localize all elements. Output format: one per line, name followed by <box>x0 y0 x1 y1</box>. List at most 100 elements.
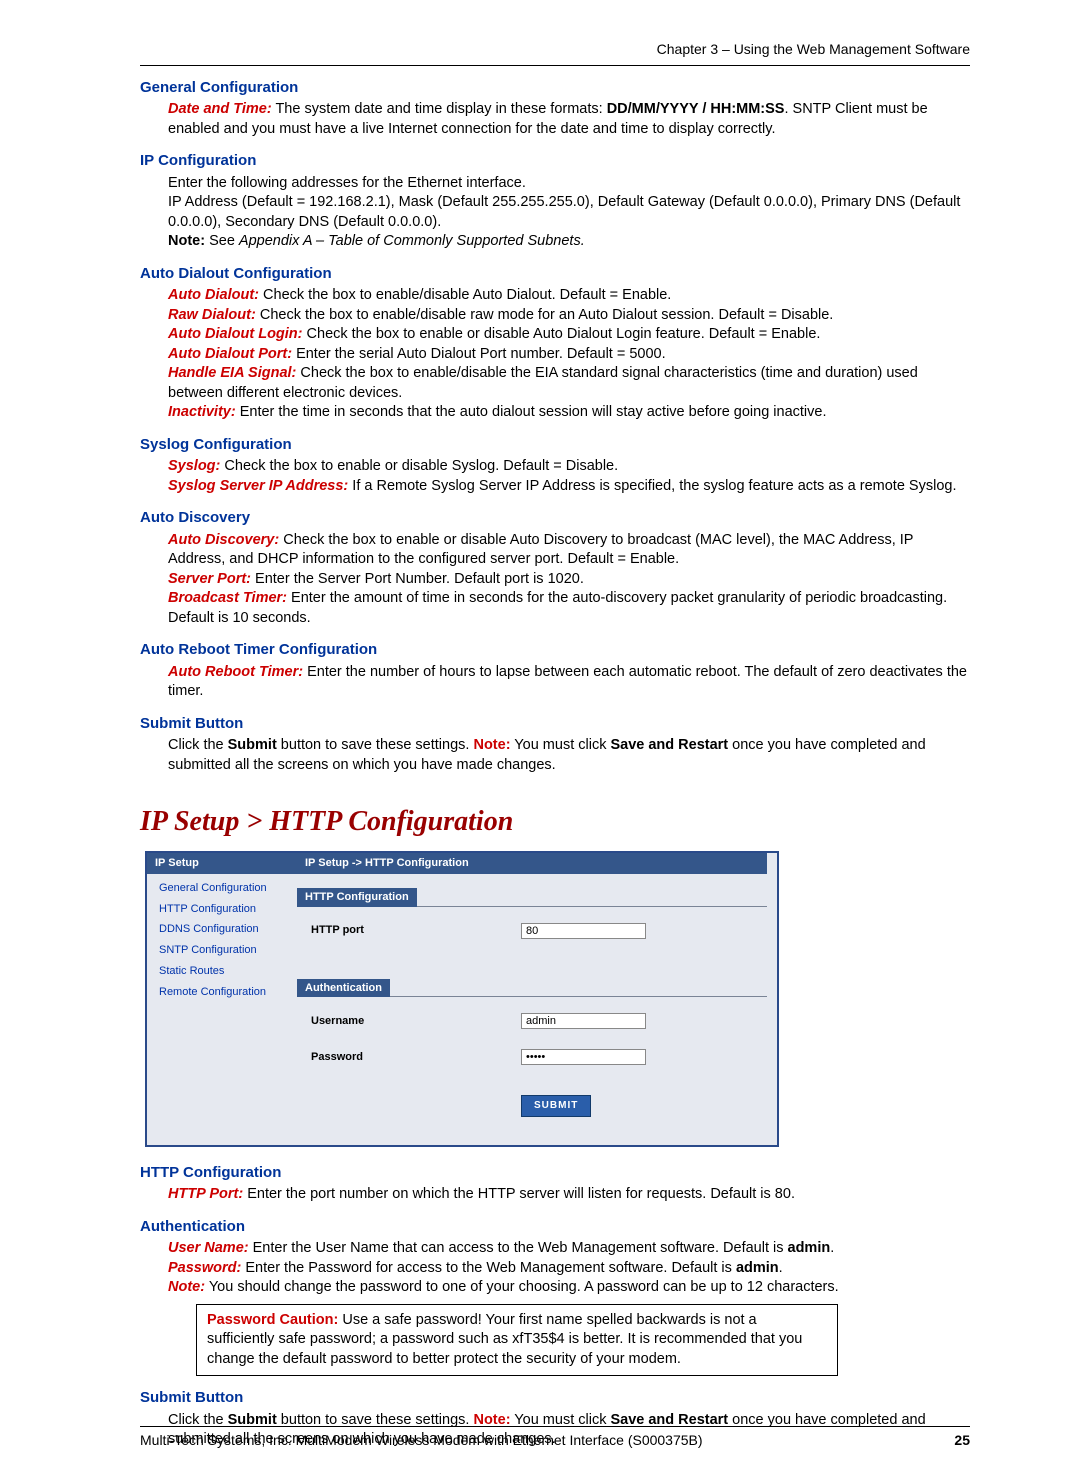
autodisc-r3-term: Broadcast Timer: <box>168 590 287 606</box>
ipconf-note: Note: See Appendix A – Table of Commonly… <box>168 232 970 252</box>
nav-item-sntp[interactable]: SNTP Configuration <box>159 940 297 961</box>
datetime-term: Date and Time: <box>168 101 272 117</box>
username-input[interactable] <box>521 1013 646 1029</box>
autodial-r3-text: Check the box to enable or disable Auto … <box>303 326 821 342</box>
page-title-http-config: IP Setup > HTTP Configuration <box>140 803 970 841</box>
autodial-r2: Raw Dialout: Check the box to enable/dis… <box>168 306 970 326</box>
auth-r3-text: You should change the password to one of… <box>205 1279 839 1295</box>
password-label: Password <box>311 1050 521 1065</box>
syslog-r1-text: Check the box to enable or disable Syslo… <box>220 458 618 474</box>
autodial-r1-term: Auto Dialout: <box>168 287 259 303</box>
nav-item-static-routes[interactable]: Static Routes <box>159 961 297 982</box>
autodial-r1: Auto Dialout: Check the box to enable/di… <box>168 286 970 306</box>
nav-item-remote-config[interactable]: Remote Configuration <box>159 982 297 1003</box>
autodial-r4-text: Enter the serial Auto Dialout Port numbe… <box>292 346 666 362</box>
submit1-c: You must click <box>511 737 611 753</box>
nav-item-http[interactable]: HTTP Configuration <box>159 899 297 920</box>
autodisc-r1-term: Auto Discovery: <box>168 532 279 548</box>
auth-r2-bold: admin <box>736 1260 779 1276</box>
syslog-r2: Syslog Server IP Address: If a Remote Sy… <box>168 477 970 497</box>
nav-header: IP Setup <box>147 853 297 874</box>
autodial-r6: Inactivity: Enter the time in seconds th… <box>168 403 970 423</box>
auth-r1-dot: . <box>830 1240 834 1256</box>
ipconf-note-text: See <box>205 233 239 249</box>
nav-item-ddns[interactable]: DDNS Configuration <box>159 919 297 940</box>
genconf-body: Date and Time: The system date and time … <box>168 100 970 139</box>
ipconf-p1: Enter the following addresses for the Et… <box>168 174 970 194</box>
autodial-r4: Auto Dialout Port: Enter the serial Auto… <box>168 345 970 365</box>
password-caution-box: Password Caution: Use a safe password! Y… <box>196 1304 838 1377</box>
autodial-r3-term: Auto Dialout Login: <box>168 326 303 342</box>
ipconf-note-italic: Appendix A – Table of Commonly Supported… <box>239 233 585 249</box>
httpconf-r1-term: HTTP Port: <box>168 1186 243 1202</box>
http-port-label: HTTP port <box>311 923 521 938</box>
datetime-format: DD/MM/YYYY / HH:MM:SS <box>607 101 785 117</box>
submit-button[interactable]: SUBMIT <box>521 1095 591 1117</box>
section-general-config: General Configuration <box>140 78 970 98</box>
reboot-r1-term: Auto Reboot Timer: <box>168 664 303 680</box>
main-pane: IP Setup -> HTTP Configuration HTTP Conf… <box>297 853 777 1127</box>
auth-r2: Password: Enter the Password for access … <box>168 1259 970 1279</box>
submit1-b: button to save these settings. <box>277 737 474 753</box>
autodial-r6-text: Enter the time in seconds that the auto … <box>236 404 827 420</box>
submit1-b1: Submit <box>228 737 277 753</box>
autodisc-r1-text: Check the box to enable or disable Auto … <box>168 532 913 568</box>
screenshot-http-config: IP Setup General Configuration HTTP Conf… <box>145 851 779 1147</box>
submit1-body: Click the Submit button to save these se… <box>168 736 970 775</box>
group-http-config: HTTP Configuration <box>297 888 417 907</box>
httpconf-r1-text: Enter the port number on which the HTTP … <box>243 1186 795 1202</box>
auth-r3-term: Note: <box>168 1279 205 1295</box>
datetime-text-a: The system date and time display in thes… <box>272 101 607 117</box>
ipconf-note-label: Note: <box>168 233 205 249</box>
autodial-r4-term: Auto Dialout Port: <box>168 346 292 362</box>
password-input[interactable] <box>521 1049 646 1065</box>
autodisc-r2-term: Server Port: <box>168 571 251 587</box>
auth-r2-dot: . <box>779 1260 783 1276</box>
syslog-r1: Syslog: Check the box to enable or disab… <box>168 457 970 477</box>
side-nav: IP Setup General Configuration HTTP Conf… <box>147 853 297 1127</box>
syslog-r2-term: Syslog Server IP Address: <box>168 478 348 494</box>
submit1-note: Note: <box>473 737 510 753</box>
auth-r2-text: Enter the Password for access to the Web… <box>241 1260 736 1276</box>
autodial-r5-term: Handle EIA Signal: <box>168 365 296 381</box>
username-label: Username <box>311 1014 521 1029</box>
page-number: 25 <box>954 1431 970 1450</box>
reboot-r1: Auto Reboot Timer: Enter the number of h… <box>168 663 970 702</box>
footer-divider <box>140 1426 970 1427</box>
autodisc-r2-text: Enter the Server Port Number. Default po… <box>251 571 584 587</box>
autodial-r1-text: Check the box to enable/disable Auto Dia… <box>259 287 671 303</box>
syslog-r2-text: If a Remote Syslog Server IP Address is … <box>348 478 956 494</box>
nav-item-general[interactable]: General Configuration <box>159 878 297 899</box>
section-http-config: HTTP Configuration <box>140 1163 970 1183</box>
section-submit-2: Submit Button <box>140 1388 970 1408</box>
auth-r2-term: Password: <box>168 1260 241 1276</box>
autodial-r5: Handle EIA Signal: Check the box to enab… <box>168 364 970 403</box>
section-submit-1: Submit Button <box>140 714 970 734</box>
section-syslog: Syslog Configuration <box>140 435 970 455</box>
header-divider <box>140 65 970 66</box>
autodisc-r3: Broadcast Timer: Enter the amount of tim… <box>168 589 970 628</box>
ipconf-p2: IP Address (Default = 192.168.2.1), Mask… <box>168 193 970 232</box>
autodial-r2-term: Raw Dialout: <box>168 307 256 323</box>
auth-r3: Note: You should change the password to … <box>168 1278 970 1298</box>
section-auto-reboot: Auto Reboot Timer Configuration <box>140 640 970 660</box>
section-ip-config: IP Configuration <box>140 151 970 171</box>
auth-r1: User Name: Enter the User Name that can … <box>168 1239 970 1259</box>
http-port-input[interactable] <box>521 923 646 939</box>
autodisc-r1: Auto Discovery: Check the box to enable … <box>168 531 970 570</box>
submit1-a: Click the <box>168 737 228 753</box>
auth-r1-text: Enter the User Name that can access to t… <box>249 1240 788 1256</box>
submit1-b2: Save and Restart <box>610 737 728 753</box>
autodial-r2-text: Check the box to enable/disable raw mode… <box>256 307 834 323</box>
section-auto-dialout: Auto Dialout Configuration <box>140 264 970 284</box>
autodisc-r2: Server Port: Enter the Server Port Numbe… <box>168 570 970 590</box>
breadcrumb: IP Setup -> HTTP Configuration <box>297 853 767 874</box>
caution-title: Password Caution: <box>207 1312 338 1328</box>
section-auto-discovery: Auto Discovery <box>140 508 970 528</box>
httpconf-r1: HTTP Port: Enter the port number on whic… <box>168 1185 970 1205</box>
auth-r1-bold: admin <box>788 1240 831 1256</box>
page-header: Chapter 3 – Using the Web Management Sof… <box>140 40 970 59</box>
autodial-r3: Auto Dialout Login: Check the box to ena… <box>168 325 970 345</box>
section-authentication: Authentication <box>140 1217 970 1237</box>
group-authentication: Authentication <box>297 979 390 998</box>
